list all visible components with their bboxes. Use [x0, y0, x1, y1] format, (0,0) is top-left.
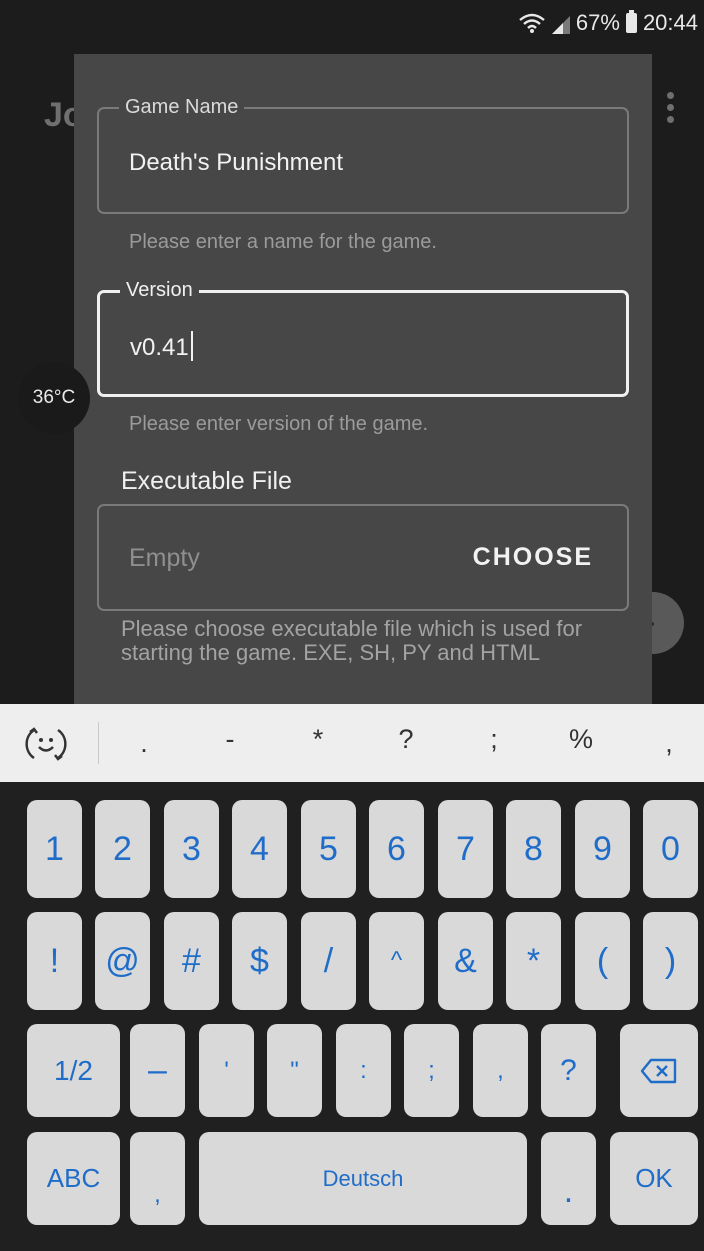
emoji-toggle-icon[interactable] [24, 722, 68, 766]
key-caret[interactable]: ^ [369, 912, 424, 1010]
version-value: v0.41 [130, 331, 193, 362]
key-page-toggle[interactable]: 1/2 [27, 1024, 120, 1117]
wifi-icon [518, 13, 546, 33]
key-comma[interactable]: , [473, 1024, 528, 1117]
space-key[interactable]: Deutsch [199, 1132, 527, 1225]
executable-file-label: Executable File [121, 467, 292, 495]
key-at[interactable]: @ [95, 912, 150, 1010]
key-0[interactable]: 0 [643, 800, 698, 898]
version-helper: Please enter version of the game. [129, 413, 429, 435]
game-name-label: Game Name [119, 95, 245, 119]
key-9[interactable]: 9 [575, 800, 630, 898]
key-semicolon[interactable]: ; [404, 1024, 459, 1117]
key-asterisk[interactable]: * [506, 912, 561, 1010]
add-game-dialog: Game Name Death's Punishment Please ente… [74, 54, 652, 704]
key-slash[interactable]: / [301, 912, 356, 1010]
key-exclamation[interactable]: ! [27, 912, 82, 1010]
battery-icon [625, 10, 637, 33]
game-name-value: Death's Punishment [129, 149, 344, 176]
signal-icon [551, 14, 570, 34]
symbol-key[interactable]: % [561, 724, 601, 755]
key-2[interactable]: 2 [95, 800, 150, 898]
key-double-quote[interactable]: " [267, 1024, 322, 1117]
status-icons: 67% 20:44 [518, 10, 698, 36]
key-6[interactable]: 6 [369, 800, 424, 898]
keyboard-symbol-bar: . - * ? ; % , [0, 704, 704, 782]
game-name-field[interactable]: Game Name Death's Punishment [97, 95, 629, 214]
abc-key[interactable]: ABC [27, 1132, 120, 1225]
backspace-key[interactable] [620, 1024, 698, 1117]
key-ampersand[interactable]: & [438, 912, 493, 1010]
divider [98, 722, 99, 764]
executable-file-helper: Please choose executable file which is u… [121, 617, 583, 665]
symbol-key[interactable]: * [298, 724, 338, 755]
choose-button[interactable]: CHOOSE [473, 543, 593, 572]
backspace-icon [640, 1058, 677, 1083]
key-5[interactable]: 5 [301, 800, 356, 898]
key-en-dash[interactable]: – [130, 1024, 185, 1117]
key-8[interactable]: 8 [506, 800, 561, 898]
key-7[interactable]: 7 [438, 800, 493, 898]
symbol-key[interactable]: ? [386, 724, 426, 755]
clock: 20:44 [642, 10, 698, 35]
key-1[interactable]: 1 [27, 800, 82, 898]
key-comma-bottom[interactable]: , [130, 1132, 185, 1225]
symbol-key[interactable]: , [649, 728, 689, 759]
key-colon[interactable]: : [336, 1024, 391, 1117]
ok-key[interactable]: OK [610, 1132, 698, 1225]
key-open-paren[interactable]: ( [575, 912, 630, 1010]
battery-percent: 67% [575, 10, 620, 35]
version-label: Version [120, 278, 199, 302]
key-question[interactable]: ? [541, 1024, 596, 1117]
version-field[interactable]: Version v0.41 [97, 278, 629, 397]
key-4[interactable]: 4 [232, 800, 287, 898]
key-close-paren[interactable]: ) [643, 912, 698, 1010]
key-apostrophe[interactable]: ' [199, 1024, 254, 1117]
key-3[interactable]: 3 [164, 800, 219, 898]
text-caret [190, 331, 193, 361]
executable-file-placeholder: Empty [129, 544, 200, 572]
key-hash[interactable]: # [164, 912, 219, 1010]
symbol-key[interactable]: . [124, 728, 164, 759]
executable-file-field: Empty CHOOSE [97, 504, 629, 611]
key-dollar[interactable]: $ [232, 912, 287, 1010]
game-name-helper: Please enter a name for the game. [129, 231, 437, 253]
keyboard: . - * ? ; % , 1 2 3 4 5 6 7 8 9 0 ! @ # … [0, 704, 704, 1251]
temperature-bubble[interactable]: 36°C [18, 362, 90, 434]
symbol-key[interactable]: ; [474, 724, 514, 755]
more-options-icon[interactable] [663, 92, 677, 132]
status-bar: 67% 20:44 [0, 0, 704, 46]
symbol-key[interactable]: - [210, 724, 250, 755]
key-period[interactable]: . [541, 1132, 596, 1225]
